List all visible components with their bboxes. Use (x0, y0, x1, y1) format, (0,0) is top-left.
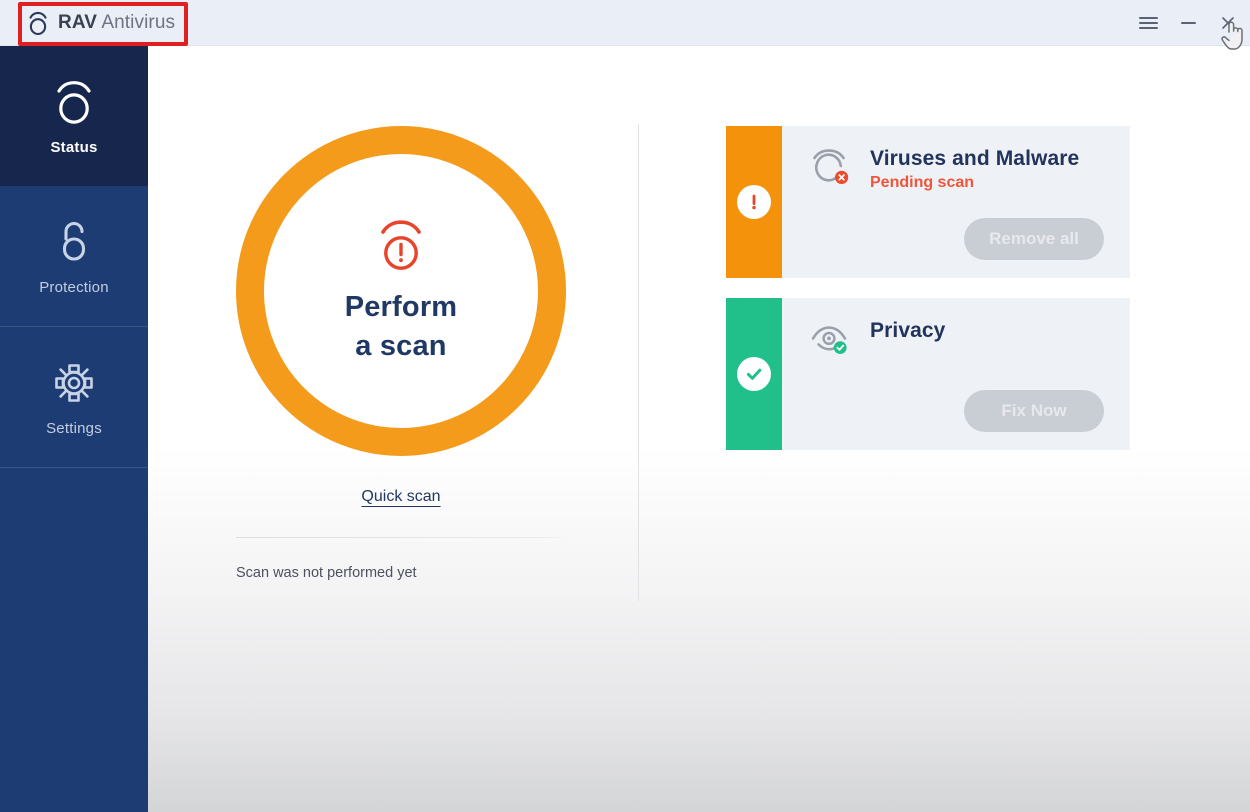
scan-status-text: Scan was not performed yet (236, 565, 417, 581)
sidebar-item-status[interactable]: Status (0, 46, 148, 186)
menu-icon (1138, 14, 1158, 32)
brand: RAV Antivirus (26, 10, 175, 36)
sidebar-item-protection[interactable]: Protection (0, 186, 148, 326)
card-title-privacy: Privacy (870, 319, 946, 342)
checkmark-icon (746, 368, 762, 380)
fix-now-button[interactable]: Fix Now (964, 390, 1104, 432)
title-bar: RAV Antivirus (0, 0, 1250, 46)
unlocked-padlock-icon (62, 221, 86, 261)
alert-ring-icon (381, 219, 421, 270)
sidebar: Status Protection Settings (0, 46, 148, 812)
gear-icon (55, 363, 93, 402)
card-privacy[interactable]: Privacy Fix Now (726, 298, 1130, 450)
sidebar-item-settings[interactable]: Settings (0, 327, 148, 467)
sidebar-divider-bottom (0, 467, 148, 468)
check-badge-icon (737, 357, 771, 391)
card-body-viruses: Viruses and Malware Pending scan Remove … (782, 126, 1130, 278)
remove-all-button[interactable]: Remove all (964, 218, 1104, 260)
vertical-divider (638, 124, 639, 601)
card-subtitle-viruses: Pending scan (870, 174, 975, 191)
rav-logo-icon (29, 11, 47, 35)
rav-antivirus-window: RAV Antivirus Status Protection Settings… (0, 0, 1250, 812)
card-status-strip-warning (726, 126, 782, 278)
card-texts-privacy: Privacy (870, 316, 945, 343)
quick-scan-link[interactable]: Quick scan (361, 488, 440, 506)
brand-name-rest: Antivirus (101, 11, 176, 33)
menu-button[interactable] (1136, 11, 1160, 35)
card-viruses-and-malware[interactable]: Viruses and Malware Pending scan Remove … (726, 126, 1130, 278)
main-content: Perform a scan Quick scan Scan was not p… (148, 46, 1250, 812)
eye-privacy-icon (811, 326, 847, 354)
card-status-strip-ok (726, 298, 782, 450)
brand-text: RAV Antivirus (58, 12, 175, 34)
scan-title-line2: a scan (355, 330, 447, 362)
scan-title-line1: Perform (344, 290, 458, 323)
exclamation-badge-icon (737, 185, 771, 219)
card-head-privacy: Privacy (806, 316, 1130, 362)
card-title-viruses: Viruses and Malware (870, 147, 1080, 170)
perform-scan-button[interactable]: Perform a scan (236, 126, 566, 456)
virus-scan-icon (813, 149, 849, 184)
brand-name-bold: RAV (58, 11, 98, 33)
minimize-button[interactable] (1176, 11, 1200, 35)
card-head-viruses: Viruses and Malware Pending scan (806, 144, 1130, 192)
card-body-privacy: Privacy Fix Now (782, 298, 1130, 450)
exclamation-mark-icon (752, 194, 756, 210)
sidebar-item-protection-label: Protection (39, 278, 109, 296)
scan-panel: Perform a scan Quick scan Scan was not p… (236, 126, 566, 581)
perform-scan-label: Perform a scan (345, 288, 458, 367)
card-texts-viruses: Viruses and Malware Pending scan (870, 144, 1079, 192)
minimize-icon (1180, 22, 1196, 24)
horizontal-divider (236, 537, 566, 538)
sidebar-item-settings-label: Settings (46, 419, 102, 437)
rav-ring-icon (57, 80, 91, 124)
status-cards: Viruses and Malware Pending scan Remove … (726, 126, 1130, 450)
sidebar-item-status-label: Status (50, 138, 98, 156)
